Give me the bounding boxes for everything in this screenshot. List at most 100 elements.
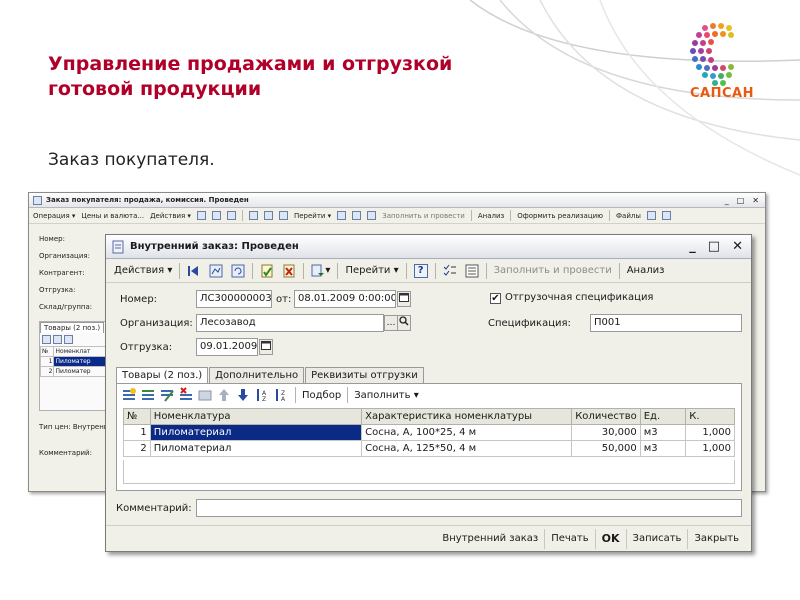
edit-row-icon[interactable] bbox=[64, 335, 73, 344]
column-header-unit[interactable]: Ед. bbox=[639, 408, 687, 425]
post-button[interactable] bbox=[256, 261, 278, 281]
prices-currency-button[interactable]: Цены и валюта... bbox=[81, 212, 144, 220]
text-icon[interactable] bbox=[646, 211, 656, 220]
create-sale-button[interactable]: Оформить реализацию bbox=[517, 212, 603, 220]
help-button[interactable]: ? bbox=[410, 261, 432, 281]
end-edit-icon[interactable] bbox=[197, 387, 213, 403]
based-on-icon[interactable] bbox=[278, 211, 288, 220]
row-unit[interactable]: м3 bbox=[639, 440, 687, 457]
unpost-button[interactable] bbox=[278, 261, 300, 281]
main-toolbar: Действия ▾ ▾ Перейти ▾ ? Заполнить и про… bbox=[106, 259, 751, 283]
ok-button[interactable]: OK bbox=[594, 528, 626, 549]
list-icon[interactable] bbox=[352, 211, 362, 220]
fill-post-button[interactable]: Заполнить и провести bbox=[382, 212, 465, 220]
row-name[interactable]: Пиломатер bbox=[53, 366, 110, 377]
table-row[interactable]: 2 Пиломатер bbox=[39, 366, 110, 377]
goods-toolbar: AZ ZA Подбор Заполнить ▾ bbox=[117, 384, 741, 406]
actions-menu[interactable]: Действия ▾ bbox=[150, 212, 191, 220]
tab-goods[interactable]: Товары (2 поз.) bbox=[116, 367, 209, 384]
save-button[interactable]: Записать bbox=[625, 528, 688, 549]
internal-order-print-button[interactable]: Внутренний заказ bbox=[436, 529, 544, 549]
maximize-icon[interactable]: □ bbox=[708, 239, 720, 254]
row-characteristic[interactable]: Сосна, А, 100*25, 4 м bbox=[361, 424, 573, 441]
column-header-number[interactable]: № bbox=[123, 408, 151, 425]
sort-ascending-icon[interactable]: AZ bbox=[254, 387, 270, 403]
warehouse-label: Склад/группа: bbox=[39, 303, 93, 311]
list-button[interactable] bbox=[461, 261, 483, 281]
row-characteristic[interactable]: Сосна, А, 125*50, 4 м bbox=[361, 440, 573, 457]
files-button[interactable]: Файлы bbox=[616, 212, 641, 220]
back-arrow-icon[interactable] bbox=[196, 211, 206, 220]
minimize-icon[interactable]: _ bbox=[725, 196, 729, 205]
back-arrow-button[interactable] bbox=[183, 261, 205, 281]
edit-row-icon[interactable] bbox=[159, 387, 175, 403]
move-up-icon[interactable] bbox=[216, 387, 232, 403]
goto-menu[interactable]: Перейти ▾ bbox=[294, 212, 331, 220]
close-icon[interactable]: ✕ bbox=[732, 239, 743, 254]
column-header-item[interactable]: Номенклатура bbox=[149, 408, 363, 425]
row-quantity[interactable]: 50,000 bbox=[571, 440, 641, 457]
row-item[interactable]: Пиломатериал bbox=[149, 440, 363, 457]
table-row[interactable]: 1 Пиломатериал Сосна, А, 100*25, 4 м 30,… bbox=[123, 424, 735, 441]
delete-row-icon[interactable] bbox=[178, 387, 194, 403]
unpost-icon[interactable] bbox=[263, 211, 273, 220]
checklist-button[interactable] bbox=[439, 261, 461, 281]
add-row-icon[interactable] bbox=[42, 335, 51, 344]
fill-menu[interactable]: Заполнить ▾ bbox=[354, 390, 419, 401]
refresh-button[interactable] bbox=[227, 261, 249, 281]
pick-button[interactable]: Подбор bbox=[302, 390, 341, 401]
row-coefficient[interactable]: 1,000 bbox=[685, 424, 735, 441]
calendar-button[interactable] bbox=[397, 291, 411, 307]
structure-button[interactable] bbox=[205, 261, 227, 281]
row-name[interactable]: Пиломатер bbox=[53, 356, 110, 367]
select-button[interactable]: … bbox=[384, 315, 398, 331]
table-row[interactable]: 1 Пиломатер bbox=[39, 356, 110, 367]
date-field[interactable]: 08.01.2009 0:00:00 bbox=[294, 290, 396, 308]
table-empty-area[interactable] bbox=[123, 460, 735, 484]
row-item[interactable]: Пиломатериал bbox=[149, 424, 363, 441]
minimize-icon[interactable]: _ bbox=[689, 239, 696, 254]
number-field[interactable]: ЛС300000003 bbox=[196, 290, 272, 308]
print-button[interactable]: Печать bbox=[544, 528, 594, 549]
column-header-quantity[interactable]: Количество bbox=[571, 408, 641, 425]
maximize-icon[interactable]: □ bbox=[737, 196, 745, 205]
organization-field[interactable]: Лесозавод bbox=[196, 314, 384, 332]
column-header-coefficient[interactable]: К. bbox=[685, 408, 735, 425]
structure-icon[interactable] bbox=[211, 211, 221, 220]
add-row-icon[interactable] bbox=[121, 387, 137, 403]
actions-menu[interactable]: Действия ▾ bbox=[110, 261, 176, 281]
table-row[interactable]: 2 Пиломатериал Сосна, А, 125*50, 4 м 50,… bbox=[123, 440, 735, 457]
tab-additional[interactable]: Дополнительно bbox=[209, 367, 305, 383]
shipping-spec-checkbox[interactable]: ✔ bbox=[490, 293, 501, 304]
goto-menu[interactable]: Перейти ▾ bbox=[341, 261, 402, 281]
help-icon[interactable] bbox=[337, 211, 347, 220]
analysis-button[interactable]: Анализ bbox=[478, 212, 504, 220]
sort-descending-icon[interactable]: ZA bbox=[273, 387, 289, 403]
operation-menu[interactable]: Операция ▾ bbox=[33, 212, 75, 220]
settings-icon[interactable] bbox=[367, 211, 377, 220]
table-header-row: № Номенклат bbox=[39, 346, 110, 357]
row-coefficient[interactable]: 1,000 bbox=[685, 440, 735, 457]
copy-row-icon[interactable] bbox=[53, 335, 62, 344]
row-quantity[interactable]: 30,000 bbox=[571, 424, 641, 441]
shipment-date-field[interactable]: 09.01.2009 bbox=[196, 338, 258, 356]
post-icon[interactable] bbox=[248, 211, 258, 220]
tab-shipping-details[interactable]: Реквизиты отгрузки bbox=[305, 367, 424, 383]
fill-post-button[interactable]: Заполнить и провести bbox=[490, 261, 616, 281]
divider bbox=[347, 387, 349, 403]
refresh-icon[interactable] bbox=[226, 211, 236, 220]
move-down-icon[interactable] bbox=[235, 387, 251, 403]
open-search-button[interactable] bbox=[397, 315, 411, 331]
comment-field[interactable] bbox=[196, 499, 742, 517]
specification-field[interactable]: П001 bbox=[590, 314, 742, 332]
copy-row-icon[interactable] bbox=[140, 387, 156, 403]
tab-goods[interactable]: Товары (2 поз.) bbox=[40, 322, 105, 333]
calendar-button[interactable] bbox=[259, 339, 273, 355]
close-button[interactable]: Закрыть bbox=[687, 528, 745, 549]
column-header-characteristic[interactable]: Характеристика номенклатуры bbox=[361, 408, 573, 425]
close-icon[interactable]: ✕ bbox=[752, 196, 759, 205]
row-unit[interactable]: м3 bbox=[639, 424, 687, 441]
based-on-button[interactable]: ▾ bbox=[307, 261, 334, 281]
analysis-button[interactable]: Анализ bbox=[623, 261, 669, 281]
tools-icon[interactable] bbox=[661, 211, 671, 220]
